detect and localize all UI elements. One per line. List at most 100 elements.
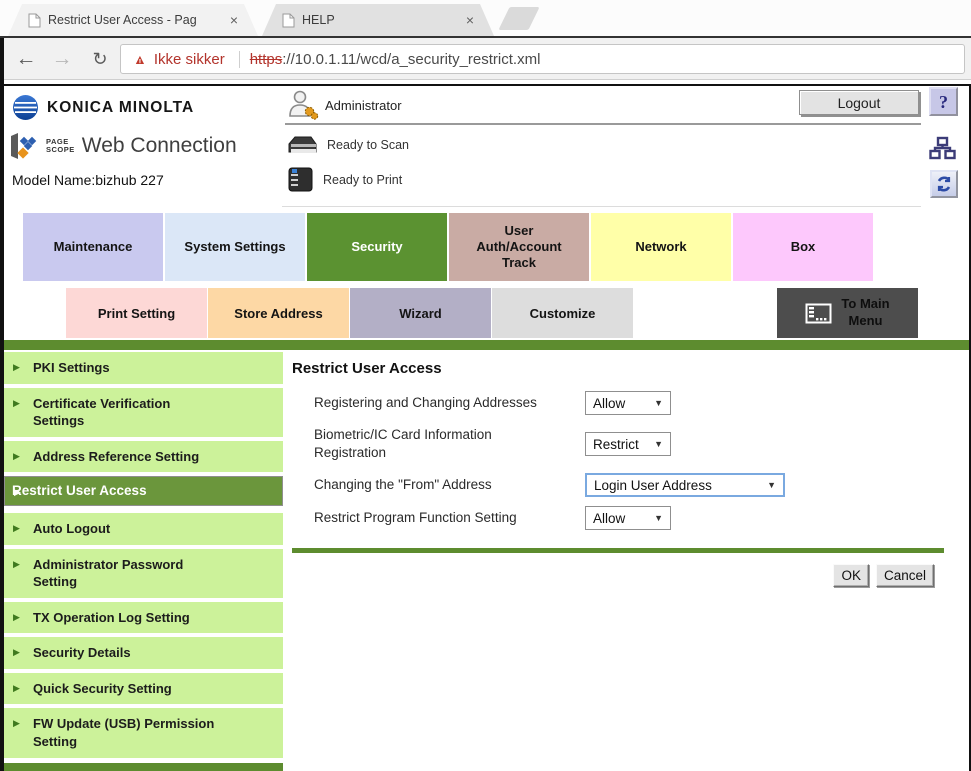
security-sidebar: ▶PKI Settings ▶Certificate Verification … <box>4 352 283 771</box>
scanner-status-text: Ready to Scan <box>327 138 409 152</box>
tab-title: Restrict User Access - Pag <box>48 13 222 27</box>
setting-row: Restrict Program Function Setting Allow … <box>292 504 944 532</box>
select-value: Restrict <box>593 437 639 452</box>
sidebar-item-fw-update-usb-permission-setting[interactable]: ▶ FW Update (USB) Permission Setting <box>4 708 283 757</box>
triangle-bullet-icon: ▶ <box>13 558 20 570</box>
setting-row: Changing the "From" Address Login User A… <box>292 471 944 499</box>
warning-exclamation: ! <box>139 56 142 70</box>
select-value: Allow <box>593 511 625 526</box>
tab-close-icon[interactable]: × <box>230 12 238 28</box>
tab-title: HELP <box>302 13 458 27</box>
sidebar-item-quick-security-setting[interactable]: ▶ Quick Security Setting <box>4 673 283 705</box>
triangle-bullet-icon: ▶ <box>13 611 20 623</box>
restrict-program-function-select[interactable]: Allow ▼ <box>585 506 671 530</box>
setting-row: Biometric/IC Card Information Registrati… <box>292 422 944 466</box>
browser-tab-help[interactable]: HELP × <box>262 4 494 36</box>
sidebar-item-administrator-password-setting[interactable]: ▶Administrator Password Setting <box>4 549 283 598</box>
tab-user-auth-account-track[interactable]: User Auth/Account Track <box>449 213 589 281</box>
to-main-menu-label: To Main Menu <box>841 296 889 330</box>
tab-box[interactable]: Box <box>733 213 873 281</box>
field-label: Registering and Changing Addresses <box>292 394 585 412</box>
tab-wizard[interactable]: Wizard <box>350 288 491 338</box>
network-icon[interactable] <box>929 136 956 161</box>
browser-window: Restrict User Access - Pag × HELP × ← → … <box>0 0 971 771</box>
status-divider <box>282 206 921 207</box>
sidebar-item-label: Quick Security Setting <box>33 681 172 696</box>
sidebar-item-label: Restrict User Access <box>12 482 147 500</box>
triangle-bullet-icon: ▶ <box>13 646 20 658</box>
header-divider <box>285 123 921 125</box>
restrict-user-access-panel: Restrict User Access Registering and Cha… <box>292 360 944 587</box>
triangle-bullet-icon: ▶ <box>14 486 21 498</box>
product-name: Web Connection <box>82 134 237 158</box>
browser-tab-strip: Restrict User Access - Pag × HELP × <box>0 0 971 38</box>
to-main-menu-button[interactable]: To Main Menu <box>777 288 918 338</box>
sidebar-item-label: FW Update (USB) Permission Setting <box>33 716 214 749</box>
page-favicon-icon <box>282 13 295 28</box>
omnibox-separator <box>239 51 240 68</box>
not-secure-warning-icon[interactable]: ▲! <box>133 52 147 66</box>
chevron-down-icon: ▼ <box>646 398 663 408</box>
sidebar-item-label: PKI Settings <box>33 360 110 375</box>
help-button[interactable]: ? <box>929 87 958 116</box>
brand-name: KONICA MINOLTA <box>47 99 194 117</box>
triangle-bullet-icon: ▶ <box>13 717 20 729</box>
tab-close-icon[interactable]: × <box>466 12 474 28</box>
registering-and-changing-addresses-select[interactable]: Allow ▼ <box>585 391 671 415</box>
back-button[interactable]: ← <box>12 45 40 73</box>
sidebar-item-label: TX Operation Log Setting <box>33 610 190 625</box>
browser-tab-restrict-user-access[interactable]: Restrict User Access - Pag × <box>8 4 258 36</box>
reload-button[interactable]: ↻ <box>86 45 114 73</box>
tab-customize[interactable]: Customize <box>492 288 633 338</box>
select-value: Login User Address <box>594 478 712 493</box>
sidebar-item-pki-settings[interactable]: ▶ PKI Settings <box>4 352 283 384</box>
sidebar-item-tx-operation-log-setting[interactable]: ▶ TX Operation Log Setting <box>4 602 283 634</box>
new-tab-button[interactable] <box>498 7 539 30</box>
triangle-bullet-icon: ▶ <box>13 682 20 694</box>
page-title: Restrict User Access <box>292 360 944 377</box>
sidebar-item-security-details[interactable]: ▶Security Details <box>4 637 283 669</box>
tab-maintenance[interactable]: Maintenance <box>23 213 163 281</box>
field-label: Changing the "From" Address <box>292 476 585 494</box>
printer-icon <box>287 166 314 193</box>
sidebar-item-auto-logout[interactable]: ▶Auto Logout <box>4 513 283 545</box>
sidebar-item-certificate-verification-settings[interactable]: ▶Certificate Verification Settings <box>4 388 283 437</box>
administrator-icon <box>287 89 319 121</box>
tab-network[interactable]: Network <box>591 213 731 281</box>
content-divider-bar <box>292 548 944 553</box>
konica-minolta-globe-icon <box>12 94 39 121</box>
page-favicon-icon <box>28 13 41 28</box>
secondary-tab-bar: Print Setting Store Address Wizard Custo… <box>66 288 633 338</box>
printer-status: Ready to Print <box>287 166 402 193</box>
pagescope-word-scope: SCOPE <box>46 146 75 154</box>
tab-strip-divider <box>0 36 971 38</box>
tab-security[interactable]: Security <box>307 213 447 281</box>
biometric-ic-card-registration-select[interactable]: Restrict ▼ <box>585 432 671 456</box>
tab-store-address[interactable]: Store Address <box>208 288 349 338</box>
address-bar[interactable]: ▲! Ikke sikker https ://10.0.1.11/wcd/a_… <box>120 44 965 74</box>
triangle-bullet-icon: ▶ <box>13 522 20 534</box>
chevron-down-icon: ▼ <box>759 480 776 490</box>
triangle-bullet-icon: ▶ <box>13 361 20 373</box>
sidebar-item-label: Address Reference Setting <box>33 449 199 464</box>
sidebar-item-label: Certificate Verification Settings <box>33 396 170 429</box>
browser-toolbar: ← → ↻ ▲! Ikke sikker https ://10.0.1.11/… <box>0 38 971 80</box>
forward-button[interactable]: → <box>48 45 76 73</box>
tab-system-settings[interactable]: System Settings <box>165 213 305 281</box>
sidebar-item-restrict-user-access[interactable]: ▶Restrict User Access <box>4 476 283 506</box>
field-label: Restrict Program Function Setting <box>292 509 585 527</box>
sidebar-item-address-reference-setting[interactable]: ▶ Address Reference Setting <box>4 441 283 473</box>
chevron-down-icon: ▼ <box>646 439 663 449</box>
logout-button[interactable]: Logout <box>799 90 919 115</box>
tab-print-setting[interactable]: Print Setting <box>66 288 207 338</box>
pagescope-wordmark: PAGE SCOPE <box>46 138 75 154</box>
ok-button[interactable]: OK <box>833 564 869 587</box>
section-divider-bar <box>4 340 969 350</box>
logged-in-user: Administrator <box>325 98 402 113</box>
changing-from-address-select[interactable]: Login User Address ▼ <box>585 473 785 497</box>
triangle-bullet-icon: ▶ <box>13 450 20 462</box>
sidebar-bottom-bar <box>4 763 283 771</box>
cancel-button[interactable]: Cancel <box>876 564 934 587</box>
refresh-button[interactable] <box>930 170 958 198</box>
konica-minolta-logo: KONICA MINOLTA <box>12 94 194 121</box>
